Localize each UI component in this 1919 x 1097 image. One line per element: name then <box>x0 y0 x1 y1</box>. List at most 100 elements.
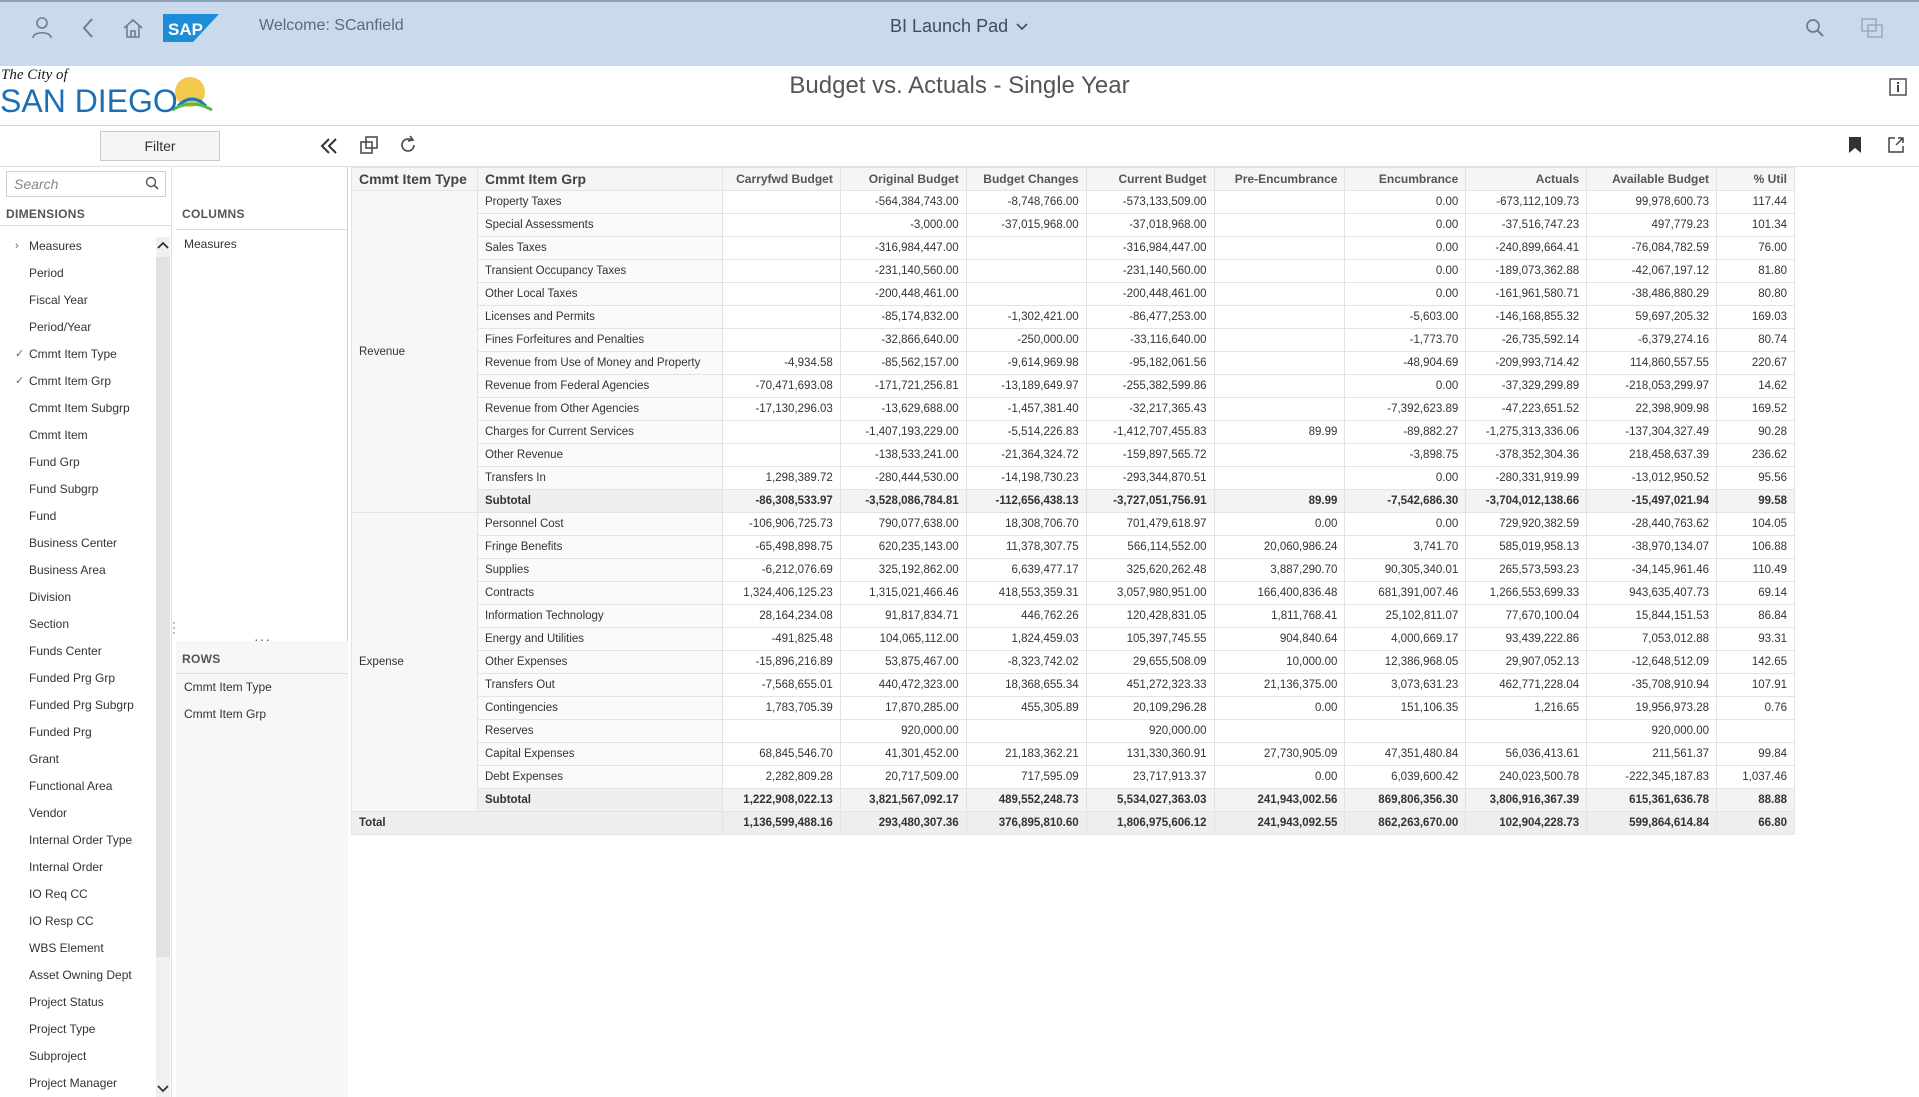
dimension-item-internal-order-type[interactable]: Internal Order Type <box>0 827 155 854</box>
back-icon[interactable] <box>76 16 100 40</box>
dimension-item-subproject[interactable]: Subproject <box>0 1043 155 1070</box>
column-header[interactable]: Current Budget <box>1085 167 1215 191</box>
filter-button[interactable]: Filter <box>100 131 220 161</box>
row-label[interactable]: Sales Taxes <box>476 236 723 260</box>
row-label[interactable]: Special Assessments <box>476 213 723 237</box>
column-header[interactable]: Cmmt Item Grp <box>476 167 723 191</box>
notifications-icon[interactable] <box>1860 16 1884 40</box>
dimension-item-fiscal-year[interactable]: Fiscal Year <box>0 287 155 314</box>
dimension-scrollbar[interactable] <box>156 237 170 1097</box>
rows-item-cmmt-item-type[interactable]: Cmmt Item Type <box>184 680 272 694</box>
column-header[interactable]: Actuals <box>1465 167 1588 191</box>
dimension-item-period-year[interactable]: Period/Year <box>0 314 155 341</box>
dimension-item-business-area[interactable]: Business Area <box>0 557 155 584</box>
dimension-item-funded-prg-subgrp[interactable]: Funded Prg Subgrp <box>0 692 155 719</box>
column-header[interactable]: Pre-Encumbrance <box>1213 167 1346 191</box>
search-icon[interactable] <box>145 176 159 195</box>
dimension-item-asset-owning-dept[interactable]: Asset Owning Dept <box>0 962 155 989</box>
row-label[interactable]: Transfers Out <box>476 673 723 697</box>
search-input[interactable] <box>7 172 137 196</box>
columns-item-measures[interactable]: Measures <box>184 237 237 251</box>
dimension-item-period[interactable]: Period <box>0 260 155 287</box>
row-label[interactable]: Licenses and Permits <box>476 305 723 329</box>
dimension-item-io-resp-cc[interactable]: IO Resp CC <box>0 908 155 935</box>
row-label[interactable]: Transfers In <box>476 466 723 490</box>
search-icon[interactable] <box>1803 16 1827 40</box>
user-icon[interactable] <box>30 16 54 40</box>
scrollbar-thumb[interactable] <box>156 257 170 957</box>
row-group-label[interactable]: Expense <box>351 512 478 812</box>
row-group-label[interactable]: Revenue <box>351 190 478 513</box>
row-label[interactable]: Reserves <box>476 719 723 743</box>
column-header[interactable]: Carryfwd Budget <box>721 167 841 191</box>
chevron-down-icon[interactable] <box>156 1081 170 1097</box>
table-cell: 142.65 <box>1716 650 1795 674</box>
row-label[interactable]: Other Revenue <box>476 443 723 467</box>
dimension-item-business-center[interactable]: Business Center <box>0 530 155 557</box>
bookmark-icon[interactable] <box>1846 135 1870 159</box>
launchpad-menu[interactable]: BI Launch Pad <box>890 16 1028 37</box>
row-label[interactable]: Other Local Taxes <box>476 282 723 306</box>
dimension-item-funded-prg[interactable]: Funded Prg <box>0 719 155 746</box>
section-resize-handle[interactable]: ··· <box>254 631 271 647</box>
dimension-item-cmmt-item-type[interactable]: ✓ Cmmt Item Type <box>0 341 155 368</box>
dimension-item-vendor[interactable]: Vendor <box>0 800 155 827</box>
row-label[interactable]: Information Technology <box>476 604 723 628</box>
collapse-panel-icon[interactable] <box>318 135 342 159</box>
dimension-item-funds-center[interactable]: Funds Center <box>0 638 155 665</box>
table-cell: 56,036,413.61 <box>1465 742 1588 766</box>
dimension-item-internal-order[interactable]: Internal Order <box>0 854 155 881</box>
export-icon[interactable] <box>1886 135 1910 159</box>
dimension-item-fund-subgrp[interactable]: Fund Subgrp <box>0 476 155 503</box>
dimension-item-fund[interactable]: Fund <box>0 503 155 530</box>
row-label[interactable]: Debt Expenses <box>476 765 723 789</box>
row-label[interactable]: Supplies <box>476 558 723 582</box>
rows-item-cmmt-item-grp[interactable]: Cmmt Item Grp <box>184 707 266 721</box>
column-header[interactable]: Cmmt Item Type <box>351 167 478 191</box>
chevron-up-icon[interactable] <box>156 237 170 253</box>
row-label[interactable]: Contingencies <box>476 696 723 720</box>
row-label[interactable]: Revenue from Federal Agencies <box>476 374 723 398</box>
dimension-item-cmmt-item[interactable]: Cmmt Item <box>0 422 155 449</box>
dimension-item-project-status[interactable]: Project Status <box>0 989 155 1016</box>
home-icon[interactable] <box>121 16 145 40</box>
column-header[interactable]: % Util <box>1716 167 1795 191</box>
row-label[interactable]: Energy and Utilities <box>476 627 723 651</box>
dimension-item-measures[interactable]: › Measures <box>0 233 155 260</box>
dimension-item-io-req-cc[interactable]: IO Req CC <box>0 881 155 908</box>
dimension-item-wbs-element[interactable]: WBS Element <box>0 935 155 962</box>
refresh-icon[interactable] <box>398 135 422 159</box>
row-label[interactable]: Fringe Benefits <box>476 535 723 559</box>
row-label[interactable]: Contracts <box>476 581 723 605</box>
table-cell: 1,037.46 <box>1716 765 1795 789</box>
row-label[interactable]: Charges for Current Services <box>476 420 723 444</box>
row-label[interactable]: Revenue from Other Agencies <box>476 397 723 421</box>
column-header[interactable]: Original Budget <box>839 167 967 191</box>
column-header[interactable]: Budget Changes <box>965 167 1087 191</box>
dimension-item-functional-area[interactable]: Functional Area <box>0 773 155 800</box>
row-label[interactable]: Revenue from Use of Money and Property <box>476 351 723 375</box>
row-label[interactable]: Other Expenses <box>476 650 723 674</box>
dimension-item-fund-grp[interactable]: Fund Grp <box>0 449 155 476</box>
divider <box>0 225 172 226</box>
new-window-icon[interactable] <box>359 135 383 159</box>
column-header[interactable]: Encumbrance <box>1344 167 1467 191</box>
info-icon[interactable] <box>1889 78 1909 98</box>
chevron-down-icon <box>1016 22 1028 30</box>
dimension-item-grant[interactable]: Grant <box>0 746 155 773</box>
dimension-item-project-manager[interactable]: Project Manager <box>0 1070 155 1097</box>
table-cell: 12,386,968.05 <box>1344 650 1467 674</box>
dimension-item-label: Project Type <box>29 1022 96 1036</box>
dimension-item-funded-prg-grp[interactable]: Funded Prg Grp <box>0 665 155 692</box>
dimension-item-section[interactable]: Section <box>0 611 155 638</box>
row-label[interactable]: Capital Expenses <box>476 742 723 766</box>
row-label[interactable]: Personnel Cost <box>476 512 723 536</box>
dimension-item-division[interactable]: Division <box>0 584 155 611</box>
dimension-item-cmmt-item-grp[interactable]: ✓ Cmmt Item Grp <box>0 368 155 395</box>
row-label[interactable]: Transient Occupancy Taxes <box>476 259 723 283</box>
row-label[interactable]: Fines Forfeitures and Penalties <box>476 328 723 352</box>
dimension-item-cmmt-item-subgrp[interactable]: Cmmt Item Subgrp <box>0 395 155 422</box>
row-label[interactable]: Property Taxes <box>476 190 723 214</box>
dimension-item-project-type[interactable]: Project Type <box>0 1016 155 1043</box>
column-header[interactable]: Available Budget <box>1586 167 1718 191</box>
